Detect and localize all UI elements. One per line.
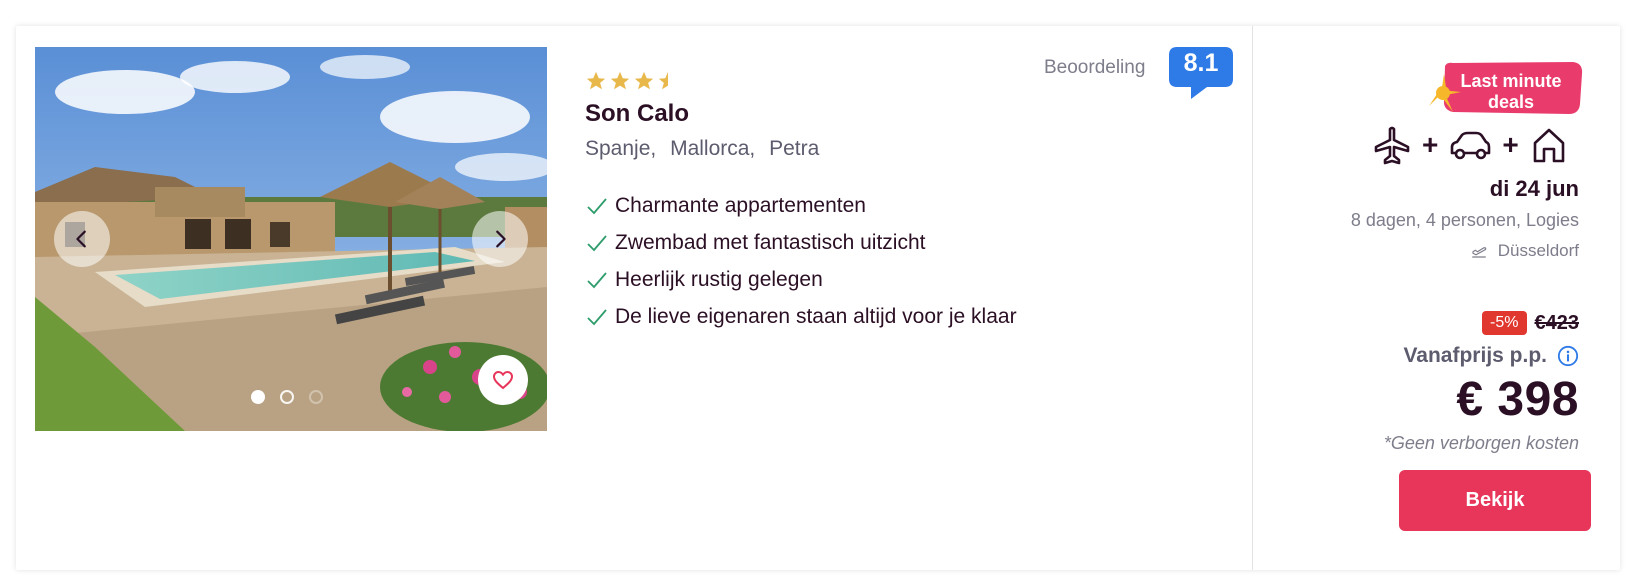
checkmark-icon (587, 271, 607, 288)
favorite-button[interactable] (478, 355, 528, 405)
deal-badge-line2: deals (1487, 92, 1535, 112)
gallery-prev-button[interactable] (54, 211, 110, 267)
view-button[interactable]: Bekijk (1399, 470, 1591, 531)
plane-takeoff-icon (1471, 247, 1487, 258)
info-icon[interactable] (1557, 345, 1579, 367)
price-label: Vanafprijs p.p. (1403, 344, 1547, 367)
star-icon (610, 71, 630, 90)
star-rating (585, 70, 679, 92)
star-icon (586, 71, 606, 90)
half-star-icon (658, 71, 668, 90)
hotel-name[interactable]: Son Calo (585, 100, 689, 128)
checkmark-icon (587, 234, 607, 251)
deal-badge-text: Last minute deals (1446, 71, 1576, 113)
location-country: Spanje, (585, 137, 657, 160)
discount-badge: -5% (1482, 311, 1527, 335)
heart-icon (492, 370, 514, 390)
column-divider (1252, 26, 1253, 570)
usp-item: De lieve eigenaren staan altijd voor je … (585, 298, 1017, 335)
departure-airport-name: Düsseldorf (1497, 241, 1579, 260)
departure-date: di 24 jun (1489, 176, 1579, 201)
gallery-next-button[interactable] (472, 211, 528, 267)
chevron-left-icon (76, 230, 86, 248)
rating-label: Beoordeling (1044, 57, 1146, 78)
location-region: Mallorca, (670, 137, 756, 160)
plus-sign: + (1502, 129, 1519, 160)
usp-list: Charmante appartementen Zwembad met fant… (585, 187, 1017, 335)
usp-item: Zwembad met fantastisch uitzicht (585, 224, 1017, 261)
photo-gallery[interactable] (35, 47, 547, 431)
star-icon (634, 71, 654, 90)
usp-text: De lieve eigenaren staan altijd voor je … (615, 304, 1017, 328)
trip-details: 8 dagen, 4 personen, Logies (1350, 210, 1579, 230)
gallery-dot[interactable] (309, 390, 323, 404)
discount-row: -5% €423 (1482, 311, 1579, 335)
usp-text: Heerlijk rustig gelegen (615, 267, 823, 291)
rating-value: 8.1 (1183, 49, 1219, 77)
location-place: Petra (769, 137, 820, 160)
no-hidden-costs-note: *Geen verborgen kosten (1383, 433, 1579, 453)
hotel-photo (35, 47, 547, 431)
plane-icon (1374, 126, 1410, 165)
usp-text: Zwembad met fantastisch uitzicht (615, 230, 926, 254)
departure-airport: Düsseldorf (1470, 241, 1579, 261)
price-label-row: Vanafprijs p.p. (1403, 344, 1579, 368)
usp-item: Charmante appartementen (585, 187, 1017, 224)
transport-icons: + + (1372, 125, 1569, 165)
price: € 398 (1456, 373, 1579, 426)
chevron-right-icon (496, 230, 506, 248)
checkmark-icon (587, 308, 607, 325)
gallery-dot[interactable] (280, 390, 294, 404)
gallery-dots (251, 390, 323, 404)
usp-text: Charmante appartementen (615, 193, 866, 217)
checkmark-icon (587, 197, 607, 214)
usp-item: Heerlijk rustig gelegen (585, 261, 1017, 298)
old-price: €423 (1534, 311, 1580, 334)
deal-badge-line1: Last minute (1460, 71, 1562, 91)
location: Spanje, Mallorca, Petra (585, 137, 827, 161)
house-icon (1533, 128, 1565, 163)
plus-sign: + (1422, 129, 1439, 160)
car-icon (1451, 131, 1491, 160)
gallery-dot[interactable] (251, 390, 265, 404)
